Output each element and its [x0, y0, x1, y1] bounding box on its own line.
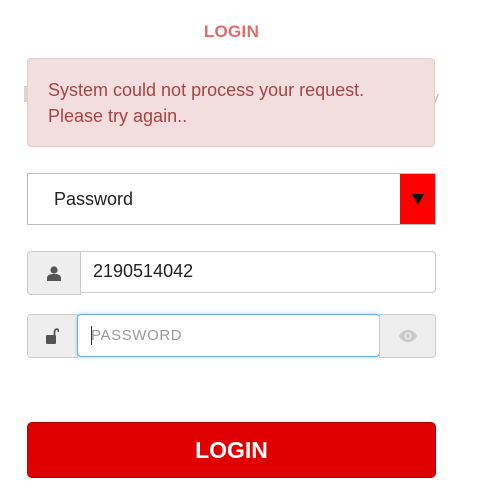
password-placeholder: PASSWORD — [91, 327, 183, 344]
text-caret — [91, 326, 92, 345]
dropdown-arrow-icon[interactable] — [400, 174, 435, 224]
password-input[interactable]: PASSWORD — [77, 314, 380, 357]
username-input[interactable]: 2190514042 — [80, 251, 436, 293]
page-title: LOGIN — [203, 22, 260, 41]
unlock-icon — [27, 314, 78, 358]
login-button[interactable]: LOGIN — [27, 422, 436, 478]
login-type-select[interactable]: Password — [27, 173, 436, 225]
user-icon — [27, 251, 81, 295]
error-alert-message: System could not process your request. P… — [48, 80, 365, 126]
login-type-selected-value: Password — [54, 189, 134, 209]
eye-icon[interactable] — [379, 314, 436, 358]
error-alert: System could not process your request. P… — [27, 58, 435, 147]
